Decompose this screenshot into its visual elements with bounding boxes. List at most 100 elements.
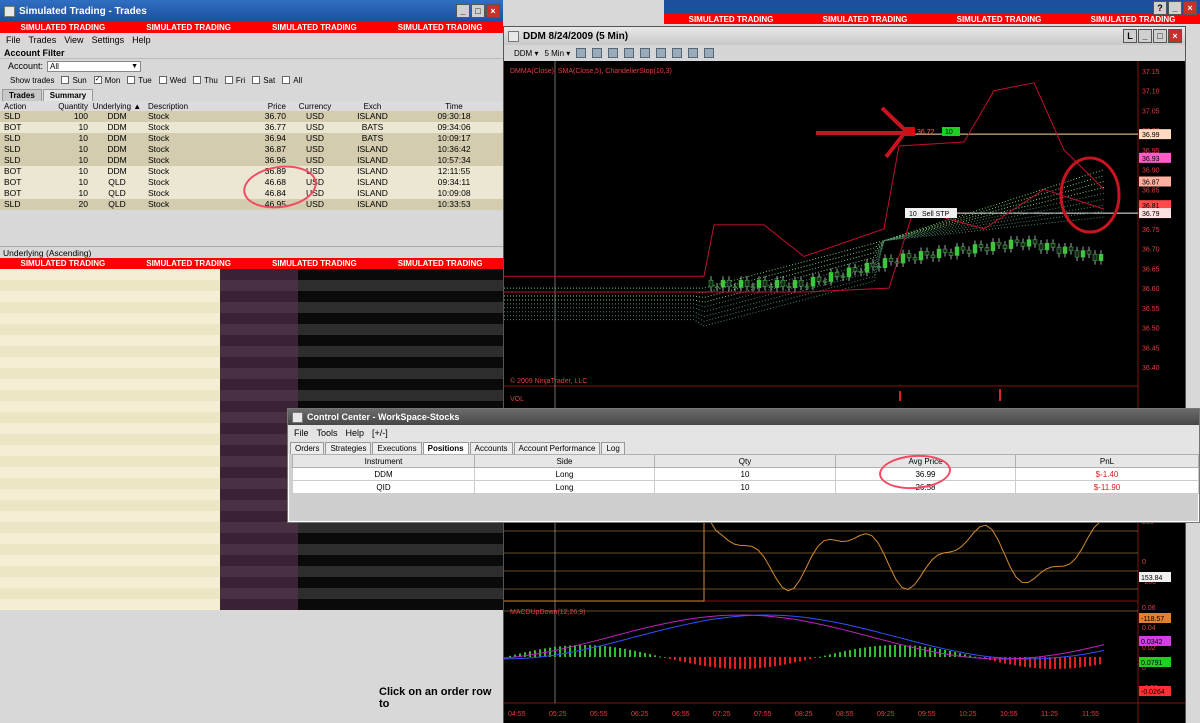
menu-help[interactable]: Help xyxy=(132,35,151,45)
depth-row[interactable] xyxy=(0,555,503,566)
depth-row[interactable] xyxy=(0,357,503,368)
checkbox-icon xyxy=(282,76,291,85)
macd-histogram-bar xyxy=(844,651,846,657)
cc-menu-help[interactable]: Help xyxy=(346,428,365,438)
candle xyxy=(1026,239,1032,247)
col-action[interactable]: Action xyxy=(0,101,46,111)
position-row[interactable]: DDM Long 10 36.99 $-1.40 xyxy=(292,467,1199,481)
depth-row[interactable] xyxy=(0,599,503,610)
menu-settings[interactable]: Settings xyxy=(92,35,125,45)
depth-row[interactable] xyxy=(0,533,503,544)
close-icon-2[interactable]: × xyxy=(1183,1,1197,15)
col-underlying[interactable]: Underlying ▲ xyxy=(92,101,142,111)
close-icon[interactable]: × xyxy=(486,4,500,18)
depth-row[interactable] xyxy=(0,577,503,588)
symbol-select[interactable]: DDM ▾ xyxy=(514,49,538,58)
col-quantity[interactable]: Quantity xyxy=(46,101,92,111)
depth-row[interactable] xyxy=(0,302,503,313)
depth-row[interactable] xyxy=(0,566,503,577)
help-icon[interactable]: ? xyxy=(1153,1,1167,15)
tab-trades[interactable]: Trades xyxy=(2,89,42,101)
close-icon-3[interactable]: × xyxy=(1168,29,1182,43)
candle xyxy=(792,280,798,288)
position-row[interactable]: QID Long 10 26.58 $-11.90 xyxy=(292,480,1199,494)
table-row[interactable]: SLD 10 DDM Stock 36.87 USD ISLAND 10:36:42 xyxy=(0,144,503,155)
zoom-out-icon[interactable] xyxy=(624,48,635,58)
depth-row[interactable] xyxy=(0,335,503,346)
depth-row[interactable] xyxy=(0,280,503,291)
depth-row[interactable] xyxy=(0,522,503,533)
tab-executions[interactable]: Executions xyxy=(372,442,422,454)
col-currency[interactable]: Currency xyxy=(290,101,340,111)
col-side[interactable]: Side xyxy=(474,454,655,468)
order-entry-icon[interactable] xyxy=(704,48,715,58)
depth-row[interactable] xyxy=(0,588,503,599)
depth-row[interactable] xyxy=(0,324,503,335)
tab-summary[interactable]: Summary xyxy=(42,89,94,101)
tab-accounts[interactable]: Accounts xyxy=(469,442,513,454)
control-center-titlebar[interactable]: Control Center - WorkSpace-Stocks xyxy=(288,409,1199,425)
trades-menubar: File Trades View Settings Help xyxy=(0,33,503,47)
indicators-icon[interactable] xyxy=(672,48,683,58)
properties-icon[interactable] xyxy=(656,48,667,58)
tab-account-performance[interactable]: Account Performance xyxy=(513,442,601,454)
day-checkbox-sat[interactable]: Sat xyxy=(252,76,275,85)
col-price[interactable]: Price xyxy=(220,101,290,111)
col-exch[interactable]: Exch xyxy=(340,101,405,111)
col-time[interactable]: Time xyxy=(405,101,503,111)
bar-type-icon[interactable] xyxy=(576,48,587,58)
draw-tool-icon[interactable] xyxy=(592,48,603,58)
day-checkbox-sun[interactable]: Sun xyxy=(61,76,87,85)
background-titlebar[interactable]: ? _ × xyxy=(664,0,1200,15)
tab-orders[interactable]: Orders xyxy=(290,442,325,454)
col-qty[interactable]: Qty xyxy=(654,454,836,468)
col-pnl[interactable]: PnL xyxy=(1015,454,1199,468)
interval-select[interactable]: 5 Min ▾ xyxy=(544,49,570,58)
day-checkbox-fri[interactable]: Fri xyxy=(224,76,245,85)
trades-titlebar[interactable]: Simulated Trading - Trades _ □ × xyxy=(0,0,503,22)
tab-strategies[interactable]: Strategies xyxy=(325,442,372,454)
cc-menu-tools[interactable]: Tools xyxy=(317,428,338,438)
price-chart[interactable]: 37.1537.1037.0537.0036.9536.9036.8536.80… xyxy=(504,61,1185,723)
menu-trades[interactable]: Trades xyxy=(29,35,57,45)
depth-row[interactable] xyxy=(0,346,503,357)
tab-positions[interactable]: Positions xyxy=(422,442,469,454)
trade-cell: 10 xyxy=(46,155,92,166)
table-row[interactable]: BOT 10 DDM Stock 36.77 USD BATS 09:34:06 xyxy=(0,122,503,133)
depth-row[interactable] xyxy=(0,379,503,390)
minimize-icon-3[interactable]: _ xyxy=(1138,29,1152,43)
zoom-in-icon[interactable] xyxy=(608,48,619,58)
day-checkbox-all[interactable]: All xyxy=(282,76,302,85)
depth-row[interactable] xyxy=(0,291,503,302)
depth-row[interactable] xyxy=(0,269,503,280)
strategies-icon[interactable] xyxy=(688,48,699,58)
table-row[interactable]: SLD 10 DDM Stock 36.94 USD BATS 10:09:17 xyxy=(0,133,503,144)
day-checkbox-mon[interactable]: ✓ Mon xyxy=(93,76,120,85)
depth-row[interactable] xyxy=(0,313,503,324)
cc-menu-file[interactable]: File xyxy=(294,428,309,438)
col-description[interactable]: Description xyxy=(142,101,220,111)
restore-icon-3[interactable]: □ xyxy=(1153,29,1167,43)
menu-file[interactable]: File xyxy=(6,35,21,45)
tab-log[interactable]: Log xyxy=(601,442,625,454)
account-select[interactable]: All ▼ xyxy=(47,60,142,72)
depth-row[interactable] xyxy=(0,390,503,401)
chart-icon xyxy=(508,30,519,42)
day-checkbox-wed[interactable]: Wed xyxy=(158,76,186,85)
col-instrument[interactable]: Instrument xyxy=(292,454,475,468)
table-row[interactable]: SLD 10 DDM Stock 36.96 USD ISLAND 10:57:34 xyxy=(0,155,503,166)
cc-menu-expand[interactable]: [+/-] xyxy=(372,428,388,438)
minimize-icon-2[interactable]: _ xyxy=(1168,1,1182,15)
link-icon[interactable]: L xyxy=(1123,29,1137,43)
day-checkbox-tue[interactable]: Tue xyxy=(127,76,152,85)
day-checkbox-thu[interactable]: Thu xyxy=(193,76,218,85)
depth-row[interactable] xyxy=(0,368,503,379)
depth-row[interactable] xyxy=(0,544,503,555)
crosshair-icon[interactable] xyxy=(640,48,651,58)
minimize-icon[interactable]: _ xyxy=(456,4,470,18)
chart-titlebar[interactable]: DDM 8/24/2009 (5 Min) L _ □ × xyxy=(504,27,1185,45)
menu-view[interactable]: View xyxy=(64,35,83,45)
trade-cell: BOT xyxy=(0,122,46,133)
restore-icon[interactable]: □ xyxy=(471,4,485,18)
table-row[interactable]: SLD 100 DDM Stock 36.70 USD ISLAND 09:30:18 xyxy=(0,111,503,122)
